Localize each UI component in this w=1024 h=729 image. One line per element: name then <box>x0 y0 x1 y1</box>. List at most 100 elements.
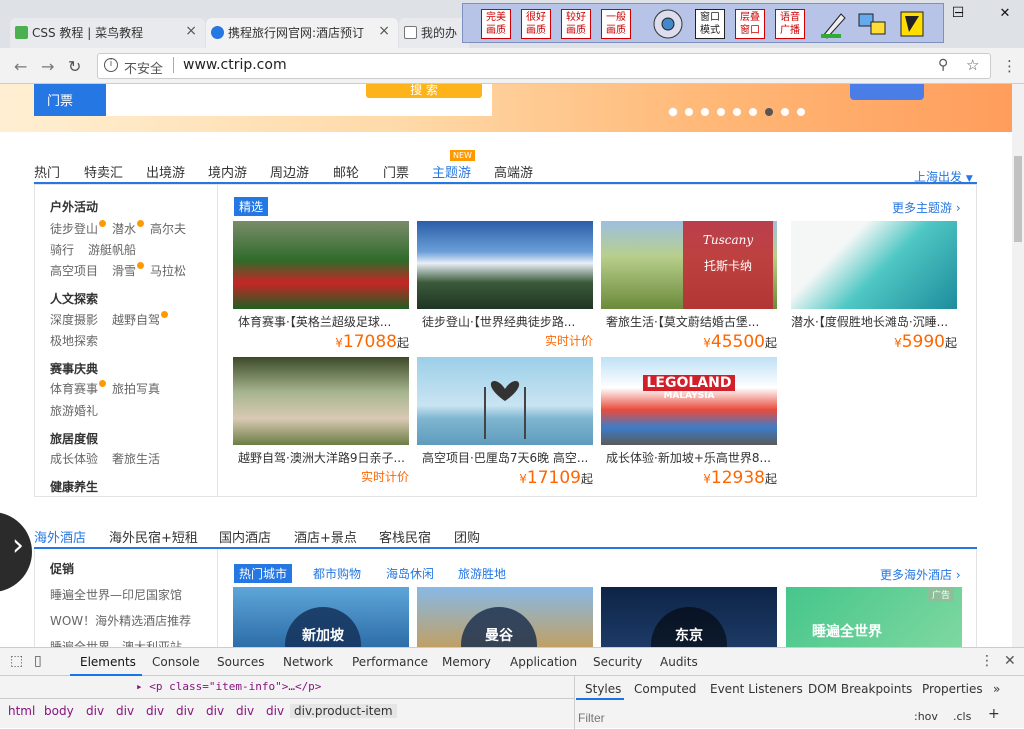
side-expand-button[interactable]: › <box>0 512 32 592</box>
devtab-console[interactable]: Console <box>152 655 200 669</box>
search-button[interactable]: 搜 索 <box>366 84 482 98</box>
cls-toggle[interactable]: .cls <box>953 710 971 723</box>
scrollbar-thumb[interactable] <box>1014 156 1022 242</box>
nav-luxury[interactable]: 高端游 <box>494 162 533 181</box>
devtab-security[interactable]: Security <box>593 655 642 669</box>
promo-link[interactable]: 睡遍全世界—澳大利亚站 <box>50 638 182 647</box>
nav-outbound[interactable]: 出境游 <box>146 162 185 181</box>
info-icon[interactable]: i <box>104 58 118 72</box>
zoom-icon[interactable]: ⚲ <box>938 57 948 73</box>
cascade-window-button[interactable]: 层叠 窗口 <box>735 9 765 39</box>
crumb-selected[interactable]: div.product-item <box>290 704 397 718</box>
pen-tool-icon[interactable] <box>815 8 849 40</box>
link-high-altitude[interactable]: 高空项目 <box>50 262 98 279</box>
link-polar[interactable]: 极地探索 <box>50 332 98 349</box>
devtab-sources[interactable]: Sources <box>217 655 264 669</box>
crumb-div[interactable]: div <box>206 704 224 718</box>
dom-node-line[interactable]: ▸ <p class="item-info">…</p> <box>136 680 321 693</box>
properties-tab[interactable]: Properties <box>922 682 983 696</box>
omnibox[interactable]: i 不安全 www.ctrip.com ⚲ ☆ <box>97 53 991 79</box>
add-rule-icon[interactable]: + <box>988 706 1000 722</box>
link-diving[interactable]: 潜水 <box>112 220 145 237</box>
tab-ctrip[interactable]: 携程旅行网官网:酒店预订 × <box>206 18 398 48</box>
product-item[interactable]: 体育赛事·【英格兰超级足球... ¥17088起 <box>233 221 409 352</box>
hov-toggle[interactable]: :hov <box>914 710 938 723</box>
devtab-performance[interactable]: Performance <box>352 655 428 669</box>
promo-link[interactable]: 睡遍全世界—印尼国家馆 <box>50 586 182 603</box>
window-mode-button[interactable]: 窗口 模式 <box>695 9 725 39</box>
good-quality-button[interactable]: 很好 画质 <box>521 9 551 39</box>
url-text[interactable]: www.ctrip.com <box>183 57 287 73</box>
link-hiking[interactable]: 徒步登山 <box>50 220 107 237</box>
nav-cruise[interactable]: 邮轮 <box>333 162 359 181</box>
close-tab-icon[interactable]: × <box>375 23 390 39</box>
product-item[interactable]: 潜水·【度假胜地长滩岛·沉睡... ¥5990起 <box>791 221 957 352</box>
voice-broadcast-button[interactable]: 语音 广播 <box>775 9 805 39</box>
tab-office[interactable]: 我的办 <box>399 18 469 48</box>
computed-tab[interactable]: Computed <box>634 682 696 696</box>
city-card-bangkok[interactable]: 曼谷 <box>417 587 593 647</box>
link-sports[interactable]: 体育赛事 <box>50 380 107 397</box>
menu-kebab-icon[interactable]: ⋮ <box>1002 57 1017 75</box>
fair-quality-button[interactable]: 较好 画质 <box>561 9 591 39</box>
city-card-tokyo[interactable]: 东京 <box>601 587 777 647</box>
link-cycling[interactable]: 骑行 <box>50 241 74 258</box>
screen-swap-icon[interactable] <box>855 8 889 40</box>
dom-breakpoints-tab[interactable]: DOM Breakpoints <box>808 682 912 696</box>
nav-hot[interactable]: 热门 <box>34 162 60 181</box>
nav-nearby[interactable]: 周边游 <box>270 162 309 181</box>
devtab-network[interactable]: Network <box>283 655 333 669</box>
featured-tag[interactable]: 精选 <box>234 197 269 216</box>
more-tabs-icon[interactable]: » <box>993 682 1000 696</box>
styles-filter-input[interactable] <box>578 708 898 728</box>
hotel-tab-inn[interactable]: 客栈民宿 <box>379 527 431 546</box>
link-luxury[interactable]: 奢旅生活 <box>112 450 160 467</box>
nav-domestic[interactable]: 境内游 <box>208 162 247 181</box>
more-hotels-link[interactable]: 更多海外酒店 › <box>880 566 961 583</box>
link-travel-photo[interactable]: 旅拍写真 <box>112 380 160 397</box>
normal-quality-button[interactable]: 一般 画质 <box>601 9 631 39</box>
sub-tab-island[interactable]: 海岛休闲 <box>386 565 434 582</box>
devtab-memory[interactable]: Memory <box>442 655 491 669</box>
bookmark-star-icon[interactable]: ☆ <box>966 56 979 74</box>
nav-theme[interactable]: 主题游 <box>432 162 471 181</box>
sub-tab-shopping[interactable]: 都市购物 <box>313 565 361 582</box>
link-ski[interactable]: 滑雪 <box>112 262 145 279</box>
hotel-tab-group[interactable]: 团购 <box>454 527 480 546</box>
event-listeners-tab[interactable]: Event Listeners <box>710 682 803 696</box>
tab-runoob[interactable]: CSS 教程 | 菜鸟教程 × <box>10 18 205 48</box>
devtools-close-icon[interactable]: ✕ <box>1004 653 1016 669</box>
link-growth[interactable]: 成长体验 <box>50 450 98 467</box>
product-item[interactable]: Tuscany 托斯卡纳 奢旅生活·【莫文蔚结婚古堡... ¥45500起 <box>601 221 777 352</box>
product-item[interactable]: 徒步登山·【世界经典徒步路... 实时计价 <box>417 221 593 349</box>
ad-card[interactable]: 广告 睡遍全世界 <box>786 587 962 647</box>
crumb-div[interactable]: div <box>86 704 104 718</box>
devtools-menu-icon[interactable]: ⋮ <box>980 653 994 669</box>
close-window-button[interactable]: ✕ <box>990 6 1020 26</box>
close-tab-icon[interactable]: × <box>185 23 197 39</box>
sub-tab-resort[interactable]: 旅游胜地 <box>458 565 506 582</box>
link-offroad[interactable]: 越野自驾 <box>112 311 169 328</box>
hotel-tab-scenic[interactable]: 酒店+景点 <box>294 527 357 546</box>
styles-tab[interactable]: Styles <box>585 682 621 696</box>
crumb-html[interactable]: html <box>8 704 35 718</box>
perfect-quality-button[interactable]: 完美 画质 <box>481 9 511 39</box>
hotel-tab-domestic[interactable]: 国内酒店 <box>219 527 271 546</box>
forward-icon[interactable]: → <box>41 57 54 76</box>
city-card-singapore[interactable]: 新加坡 <box>233 587 409 647</box>
crumb-div[interactable]: div <box>116 704 134 718</box>
crumb-div[interactable]: div <box>146 704 164 718</box>
hotel-tab-homestay[interactable]: 海外民宿+短租 <box>109 527 198 546</box>
devtab-application[interactable]: Application <box>510 655 577 669</box>
back-icon[interactable]: ← <box>14 57 27 76</box>
device-toggle-icon[interactable]: ▯ <box>34 653 42 669</box>
crumb-div[interactable]: div <box>176 704 194 718</box>
link-photo[interactable]: 深度摄影 <box>50 311 98 328</box>
promo-link[interactable]: WOW！海外精选酒店推荐 <box>50 612 191 629</box>
link-golf[interactable]: 高尔夫 <box>150 220 186 237</box>
product-item[interactable]: 高空项目·巴厘岛7天6晚 高空... ¥17109起 <box>417 357 593 488</box>
devtab-audits[interactable]: Audits <box>660 655 698 669</box>
crumb-body[interactable]: body <box>44 704 74 718</box>
nav-tickets[interactable]: 门票 <box>383 162 409 181</box>
crumb-div[interactable]: div <box>236 704 254 718</box>
